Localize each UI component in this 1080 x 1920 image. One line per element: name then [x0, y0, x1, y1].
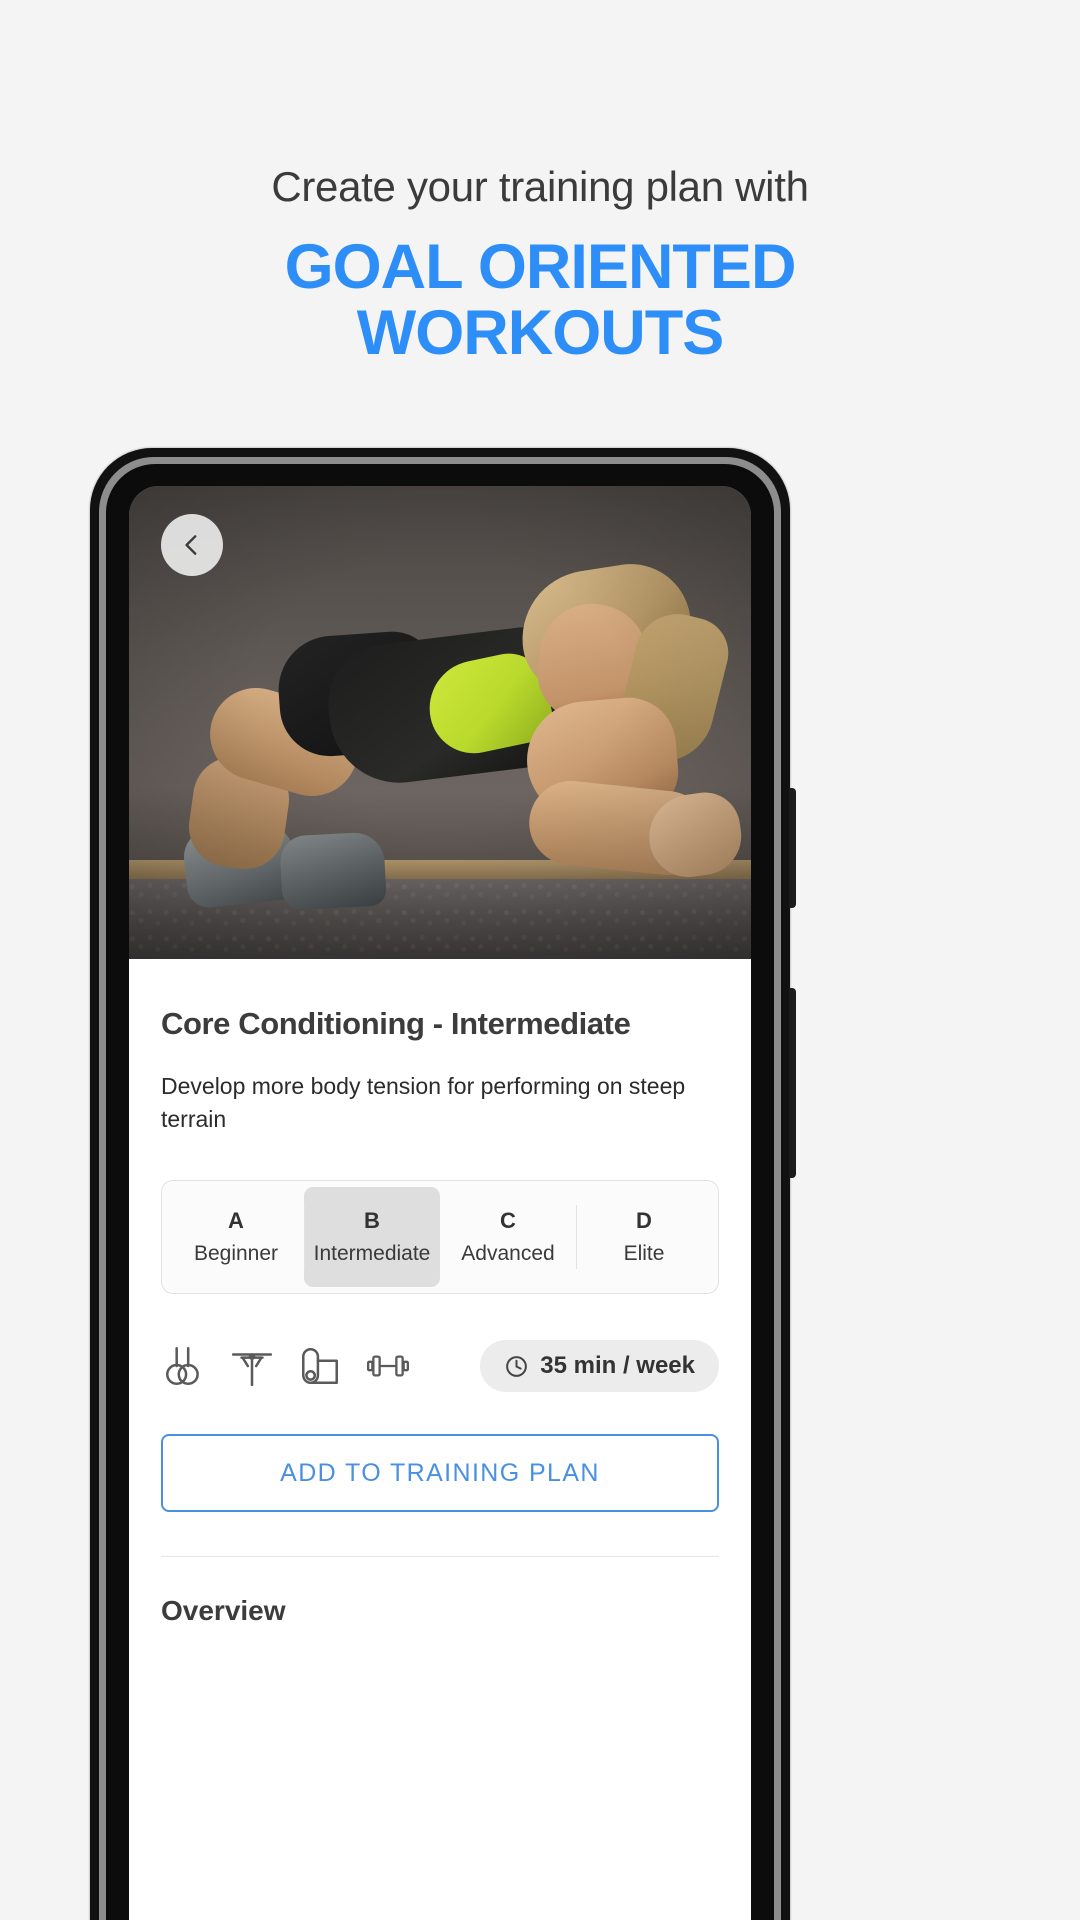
phone-bezel-ring: Core Conditioning - Intermediate Develop… [99, 457, 781, 1920]
level-key-a: A [228, 1208, 244, 1234]
add-to-training-plan-button[interactable]: ADD TO TRAINING PLAN [161, 1434, 719, 1513]
level-key-b: B [364, 1208, 380, 1234]
workout-title: Core Conditioning - Intermediate [161, 1006, 631, 1041]
power-button[interactable] [789, 988, 796, 1178]
workout-meta-row: 35 min / week [161, 1340, 719, 1393]
hero-vignette [129, 486, 751, 959]
level-option-b[interactable]: B Intermediate [304, 1187, 440, 1288]
promo-heading-line2: WORKOUTS [356, 297, 724, 368]
back-button[interactable] [161, 514, 223, 576]
workout-detail-card: Core Conditioning - Intermediate Develop… [129, 1006, 751, 1628]
equipment-list [161, 1343, 411, 1389]
level-key-d: D [636, 1208, 652, 1234]
phone-bezel: Core Conditioning - Intermediate Develop… [106, 464, 774, 1920]
promo-screenshot: Create your training plan with GOAL ORIE… [0, 0, 1080, 1920]
level-name-c: Advanced [461, 1242, 555, 1266]
workout-description: Develop more body tension for performing… [161, 1073, 686, 1132]
workout-hero-image [129, 486, 751, 959]
volume-button[interactable] [789, 788, 796, 908]
promo-subheading: Create your training plan with [271, 163, 809, 210]
chevron-left-icon [179, 532, 205, 558]
level-name-d: Elite [623, 1242, 665, 1266]
level-option-d[interactable]: D Elite [576, 1187, 712, 1287]
dumbbell-icon [365, 1343, 411, 1389]
gymnastic-rings-icon [161, 1343, 207, 1389]
level-name-a: Beginner [193, 1242, 279, 1266]
promo-heading-line1: GOAL ORIENTED [284, 231, 797, 302]
exercise-mat-icon [297, 1343, 343, 1389]
level-option-c[interactable]: C Advanced [440, 1187, 576, 1287]
promo-headline: Create your training plan with GOAL ORIE… [0, 162, 1080, 366]
level-selector[interactable]: A Beginner B Intermediate C Advanced D E… [161, 1180, 719, 1295]
duration-badge: 35 min / week [480, 1340, 719, 1393]
phone-mockup: Core Conditioning - Intermediate Develop… [90, 448, 796, 1920]
clock-icon [504, 1354, 529, 1379]
duration-text: 35 min / week [540, 1352, 695, 1380]
level-name-b: Intermediate [313, 1242, 431, 1266]
promo-heading: GOAL ORIENTED WORKOUTS [0, 231, 1080, 368]
level-option-a[interactable]: A Beginner [168, 1187, 304, 1287]
section-divider [161, 1556, 719, 1558]
level-key-c: C [500, 1208, 516, 1234]
overview-heading: Overview [161, 1595, 286, 1627]
phone-screen: Core Conditioning - Intermediate Develop… [129, 486, 751, 1920]
pull-up-bar-icon [229, 1343, 275, 1389]
